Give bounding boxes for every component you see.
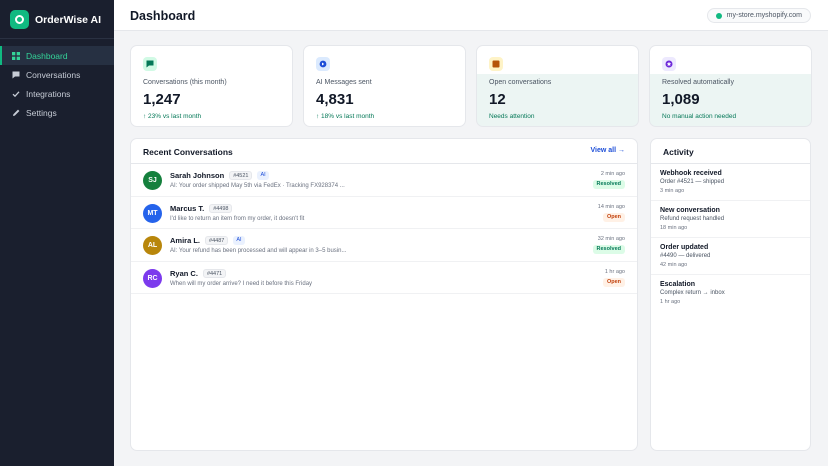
- page-title: Dashboard: [130, 9, 196, 23]
- brand[interactable]: OrderWise AI: [10, 10, 101, 29]
- stat-value: 4,831: [316, 91, 354, 108]
- view-all-link[interactable]: View all →: [591, 147, 626, 154]
- activity-detail: Refund request handled: [660, 216, 725, 222]
- message-preview: I'd like to return an item from my order…: [170, 215, 305, 222]
- stat-card-resolved: Resolved automatically 1,089 No manual a…: [649, 45, 812, 127]
- activity-item: Webhook received Order #4521 — shipped 3…: [651, 164, 810, 201]
- timestamp: 1 hr ago: [604, 268, 625, 275]
- message-preview: AI: Your refund has been processed and w…: [170, 248, 347, 254]
- timestamp: 32 min ago: [597, 236, 625, 242]
- stat-card-conversations: Conversations (this month) 1,247 ↑ 23% v…: [130, 45, 293, 127]
- status-badge: Open: [602, 277, 625, 287]
- stat-value: 1,247: [143, 91, 181, 108]
- activity-time: 1 hr ago: [660, 299, 681, 305]
- sidebar: OrderWise AI Dashboard Conversations Int…: [0, 0, 114, 466]
- brand-name: OrderWise AI: [35, 13, 102, 26]
- order-id-badge: #4521: [229, 171, 253, 180]
- activity-title: Webhook received: [660, 170, 722, 177]
- sidebar-nav: Dashboard Conversations Integrations Set…: [0, 46, 114, 122]
- activity-item: Escalation Complex return → inbox 1 hr a…: [651, 275, 810, 312]
- store-selector[interactable]: my-store.myshopify.com: [706, 8, 811, 23]
- avatar: MT: [143, 203, 162, 223]
- store-url: my-store.myshopify.com: [726, 12, 802, 19]
- activity-title: Escalation: [660, 281, 696, 288]
- conversation-row[interactable]: SJ Sarah Johnson #4521 AI AI: Your order…: [131, 164, 637, 197]
- stat-trend: ↑ 18% vs last month: [316, 113, 375, 120]
- activity-time: 3 min ago: [660, 188, 685, 194]
- order-id-badge: #4487: [205, 236, 229, 245]
- pencil-icon: [11, 108, 20, 117]
- top-header: Dashboard my-store.myshopify.com: [114, 0, 828, 31]
- stat-trend: ↑ 23% vs last month: [143, 113, 202, 120]
- conversation-row[interactable]: AL Amira L. #4487 AI AI: Your refund has…: [131, 229, 637, 262]
- avatar: SJ: [143, 171, 162, 190]
- logo-icon: [10, 10, 29, 29]
- activity-title: Order updated: [660, 244, 709, 251]
- message-preview: When will my order arrive? I need it bef…: [170, 280, 313, 287]
- sidebar-item-label: Integrations: [26, 88, 71, 99]
- recent-conversations-panel: Recent Conversations View all → SJ Sarah…: [130, 138, 638, 451]
- stat-label: Open conversations: [489, 79, 552, 86]
- robot-icon: [316, 57, 330, 71]
- sidebar-item-label: Conversations: [26, 69, 81, 80]
- stat-value: 1,089: [662, 91, 700, 108]
- activity-panel: Activity Webhook received Order #4521 — …: [650, 138, 811, 451]
- panel-header: Recent Conversations View all →: [131, 139, 637, 164]
- status-badge: Open: [602, 212, 625, 222]
- stat-label: Conversations (this month): [143, 79, 227, 86]
- customer-name: Marcus T.: [170, 203, 205, 213]
- status-dot-icon: [715, 12, 722, 19]
- sidebar-divider: [0, 38, 114, 39]
- timestamp: 14 min ago: [597, 203, 625, 210]
- square-icon: [489, 57, 503, 71]
- stat-value: 12: [489, 91, 506, 108]
- sidebar-item-settings[interactable]: Settings: [0, 103, 114, 122]
- chat-icon: [143, 57, 157, 71]
- activity-detail: Order #4521 — shipped: [660, 179, 725, 185]
- check-icon: [11, 89, 20, 98]
- sidebar-item-label: Settings: [26, 107, 57, 118]
- stat-card-ai-messages: AI Messages sent 4,831 ↑ 18% vs last mon…: [303, 45, 466, 127]
- activity-detail: Complex return → inbox: [660, 290, 725, 296]
- stat-note: No manual action needed: [662, 113, 737, 120]
- customer-name: Amira L.: [170, 236, 201, 245]
- sidebar-item-dashboard[interactable]: Dashboard: [0, 46, 114, 65]
- panel-title: Activity: [663, 147, 694, 157]
- message-preview: AI: Your order shipped May 5th via FedEx…: [170, 183, 345, 189]
- ai-badge: AI: [233, 236, 245, 245]
- customer-name: Ryan C.: [170, 268, 198, 278]
- timestamp: 2 min ago: [600, 171, 625, 177]
- conversation-row[interactable]: MT Marcus T. #4498 I'd like to return an…: [131, 197, 637, 229]
- avatar: AL: [143, 236, 162, 255]
- conversation-row[interactable]: RC Ryan C. #4471 When will my order arri…: [131, 262, 637, 294]
- activity-detail: #4490 — delivered: [660, 253, 711, 259]
- order-id-badge: #4471: [202, 268, 227, 278]
- sidebar-item-label: Dashboard: [26, 50, 68, 61]
- activity-time: 18 min ago: [660, 225, 688, 231]
- stat-label: AI Messages sent: [316, 79, 372, 86]
- chat-icon: [11, 70, 20, 79]
- panel-header: Activity: [651, 139, 810, 164]
- sidebar-item-integrations[interactable]: Integrations: [0, 84, 114, 103]
- grid-icon: [11, 51, 20, 60]
- status-badge: Resolved: [592, 180, 625, 189]
- ai-badge: AI: [257, 171, 269, 180]
- stat-card-open: Open conversations 12 Needs attention: [476, 45, 639, 127]
- order-id-badge: #4498: [209, 203, 233, 213]
- panel-title: Recent Conversations: [143, 147, 233, 157]
- status-badge: Resolved: [592, 245, 625, 254]
- activity-item: New conversation Refund request handled …: [651, 201, 810, 238]
- customer-name: Sarah Johnson: [170, 171, 225, 180]
- avatar: RC: [143, 268, 162, 288]
- activity-item: Order updated #4490 — delivered 42 min a…: [651, 238, 810, 275]
- sidebar-item-conversations[interactable]: Conversations: [0, 65, 114, 84]
- activity-time: 42 min ago: [660, 262, 688, 268]
- badge-icon: [662, 57, 676, 71]
- activity-title: New conversation: [660, 207, 720, 214]
- stat-note: Needs attention: [489, 113, 535, 120]
- stat-label: Resolved automatically: [662, 79, 734, 86]
